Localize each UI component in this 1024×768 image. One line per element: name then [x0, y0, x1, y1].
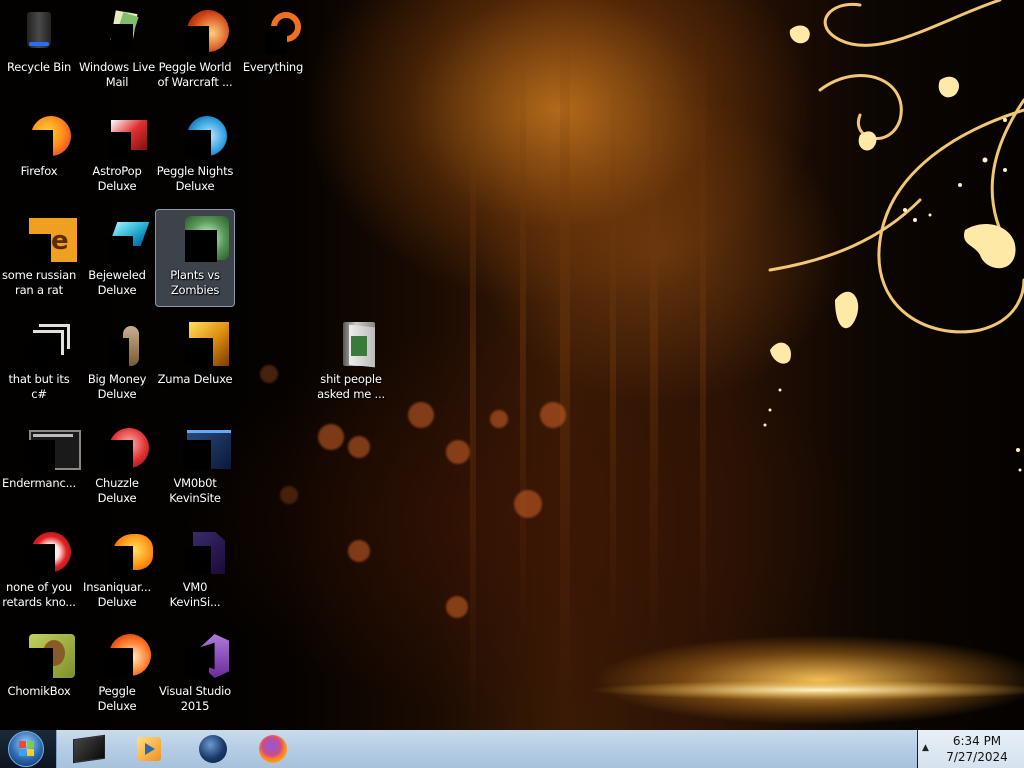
desktop-icon-peggle-wow[interactable]: Peggle World of Warcraft ...: [156, 2, 234, 98]
icon-label: shit people asked me ...: [317, 372, 385, 401]
icon-label: Peggle World of Warcraft ...: [157, 60, 233, 89]
icon-label: none of you retards kno...: [2, 580, 76, 609]
desktop-icon-plants-vs-zombies[interactable]: Plants vs Zombies: [155, 209, 235, 307]
copy-icon: [15, 318, 70, 366]
taskbar-apps-area: [56, 730, 917, 768]
icon-label: Chuzzle Deluxe: [95, 476, 139, 505]
desktop-icon-zuma[interactable]: Zuma Deluxe: [156, 314, 234, 410]
folder-icon: [327, 318, 375, 368]
desktop-icon-recycle-bin[interactable]: Recycle Bin: [0, 2, 78, 98]
icon-label: Plants vs Zombies: [170, 268, 220, 297]
icon-label: some russian ran a rat: [1, 268, 77, 297]
app-icon: [15, 526, 71, 574]
firefox-icon: [15, 110, 71, 158]
icon-label: Bejeweled Deluxe: [88, 268, 146, 297]
icon-label: that but its c#: [8, 372, 70, 401]
icon-label: Zuma Deluxe: [157, 372, 233, 386]
icon-label: Firefox: [20, 164, 58, 178]
insaniquarium-icon: [93, 526, 153, 574]
globe-icon: [199, 735, 227, 763]
start-button[interactable]: [6, 731, 46, 767]
icon-label: VM0 KevinSi...: [169, 580, 221, 609]
everything-search-icon: [249, 6, 301, 54]
desktop-icon-windows-live-mail[interactable]: Windows Live Mail: [78, 2, 156, 98]
taskbar-app-window[interactable]: [69, 733, 109, 765]
bejeweled-icon: [93, 214, 150, 262]
peggle-nights-icon: [171, 110, 227, 158]
desktop-icon-bejeweled[interactable]: Bejeweled Deluxe: [78, 210, 156, 306]
desktop-icon-vm0b0t-kevinsite[interactable]: VM0b0t KevinSite: [156, 418, 234, 514]
windows-start-icon: [8, 731, 44, 767]
icon-label: Recycle Bin: [6, 60, 72, 74]
desktop-icon-chuzzle[interactable]: Chuzzle Deluxe: [78, 418, 156, 514]
peggle-wow-icon: [171, 6, 229, 54]
taskbar: ▲ 6:34 PM 7/27/2024: [0, 730, 1024, 768]
icon-label: Endermanc...: [2, 476, 76, 490]
clock-time: 6:34 PM: [952, 734, 1002, 748]
icon-label: Visual Studio 2015: [158, 684, 231, 713]
icon-label: ChomikBox: [7, 684, 71, 698]
desktop-icon-csharp-copy[interactable]: that but its c#: [0, 314, 78, 410]
window-app-icon: [73, 734, 105, 764]
icon-label: AstroPop Deluxe: [92, 164, 142, 193]
vm-folder-icon: [171, 422, 231, 470]
icon-label: Everything: [242, 60, 304, 74]
desktop-icon-app[interactable]: none of you retards kno...: [0, 522, 78, 618]
desktop-icon-endermanch[interactable]: Endermanc...: [0, 418, 81, 514]
mail-icon: [93, 6, 141, 54]
desktop-icon-chomikbox[interactable]: ChomikBox: [0, 626, 78, 722]
vm-file-icon: [171, 526, 225, 574]
desktop-icon-visual-studio[interactable]: Visual Studio 2015: [156, 626, 234, 722]
media-player-icon: [137, 737, 161, 761]
icon-label: Big Money Deluxe: [87, 372, 147, 401]
desktop-icon-astropop[interactable]: AstroPop Deluxe: [78, 106, 156, 202]
desktop-icon-insaniquarium[interactable]: Insaniquar... Deluxe: [78, 522, 156, 618]
clock[interactable]: 6:34 PM 7/27/2024: [932, 733, 1022, 765]
recycle-bin-icon: [15, 6, 63, 54]
system-tray: ▲ 6:34 PM 7/27/2024: [918, 730, 1024, 768]
plants-vs-zombies-icon: [171, 214, 229, 262]
icon-label: Insaniquar... Deluxe: [83, 580, 151, 609]
desktop-icon-peggle-nights[interactable]: Peggle Nights Deluxe: [156, 106, 234, 202]
big-money-icon: [93, 318, 141, 366]
desktop-icon-firefox[interactable]: Firefox: [0, 106, 78, 202]
firefox-icon: [259, 735, 287, 763]
desktop-icon-vm0-kevinsite[interactable]: VM0 KevinSi...: [156, 522, 234, 618]
desktop-icon-big-money[interactable]: Big Money Deluxe: [78, 314, 156, 410]
clock-date: 7/27/2024: [946, 750, 1008, 764]
taskbar-app-firefox[interactable]: [253, 733, 293, 765]
astropop-icon: [93, 110, 147, 158]
terminal-icon: [15, 422, 81, 470]
icon-label: VM0b0t KevinSite: [169, 476, 221, 505]
icon-label: Windows Live Mail: [78, 60, 156, 89]
document-icon: e: [15, 214, 77, 262]
icon-label: Peggle Deluxe: [97, 684, 137, 713]
icon-label: Peggle Nights Deluxe: [156, 164, 234, 193]
chuzzle-icon: [93, 422, 149, 470]
zuma-icon: [171, 318, 229, 366]
peggle-icon: [93, 630, 151, 678]
taskbar-app-media-player[interactable]: [129, 733, 169, 765]
chomikbox-icon: [15, 630, 75, 678]
desktop-icon-everything[interactable]: Everything: [234, 2, 312, 98]
show-hidden-icons-button[interactable]: ▲: [922, 743, 929, 753]
desktop-icon-folder[interactable]: shit people asked me ...: [312, 314, 390, 410]
desktop-icon-document[interactable]: e some russian ran a rat: [0, 210, 78, 306]
taskbar-app-globe[interactable]: [193, 733, 233, 765]
desktop-icon-peggle[interactable]: Peggle Deluxe: [78, 626, 156, 722]
visual-studio-icon: [171, 630, 229, 678]
